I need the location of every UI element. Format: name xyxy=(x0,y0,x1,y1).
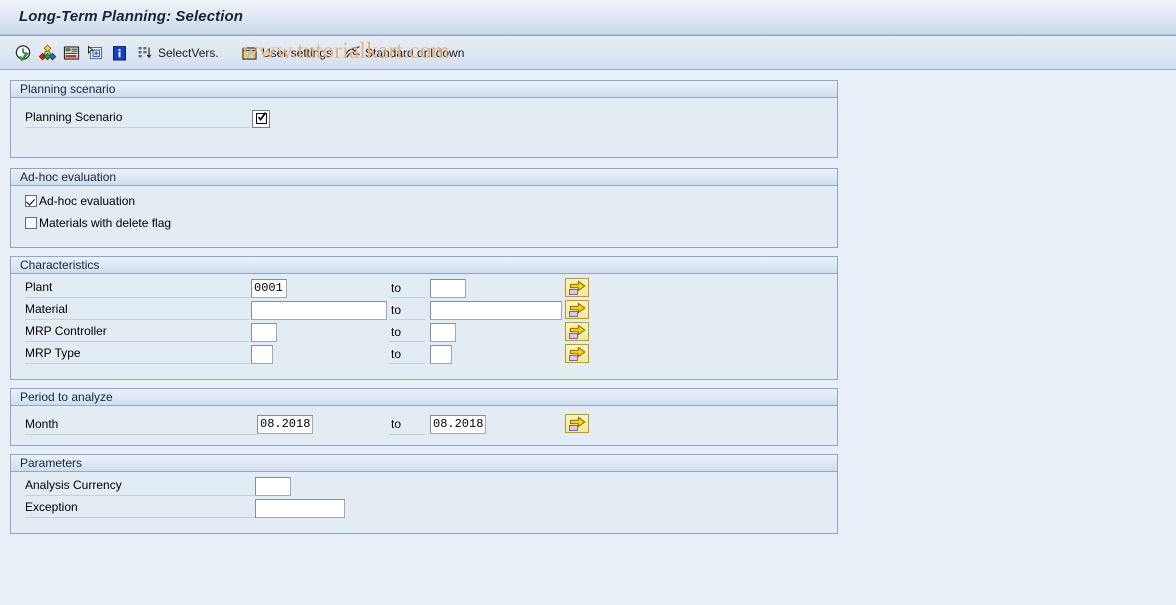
group-period-to-analyze: Period to analyze Month 08.2018 to 08.20… xyxy=(10,388,838,446)
planning-scenario-label: Planning Scenario xyxy=(25,110,123,124)
multicolor-diamond-icon xyxy=(38,43,57,63)
characteristics-row-rule-mrp-controller xyxy=(25,341,250,342)
characteristics-row-rule-material xyxy=(25,319,250,320)
checkbox-materials-with-delete-flag-box[interactable] xyxy=(25,217,37,229)
group-adhoc-evaluation-title: Ad-hoc evaluation xyxy=(11,169,837,186)
plant-from-input[interactable]: 0001 xyxy=(251,279,287,298)
checkbox-materials-with-delete-flag-label: Materials with delete flag xyxy=(39,216,172,230)
period-row-label-month: Month xyxy=(25,417,59,431)
planning-scenario-label-rule xyxy=(25,127,250,128)
group-planning-scenario-title: Planning scenario xyxy=(11,81,837,98)
execute-clock-icon xyxy=(14,44,33,63)
select-versions-icon xyxy=(136,44,155,63)
group-adhoc-evaluation-body: Ad-hoc evaluation Materials with delete … xyxy=(11,186,837,247)
checkbox-materials-with-delete-flag[interactable]: Materials with delete flag xyxy=(25,216,171,230)
report-list-icon xyxy=(62,44,81,63)
application-toolbar: SelectVers. User settings Standard drill… xyxy=(0,36,1176,70)
group-planning-scenario: Planning scenario Planning Scenario xyxy=(10,80,838,158)
parameters-row-label-analysis-currency: Analysis Currency xyxy=(25,478,122,492)
group-planning-scenario-body: Planning Scenario xyxy=(11,98,837,157)
value-help-tick-icon xyxy=(257,112,267,122)
exception-input[interactable] xyxy=(255,499,345,518)
group-period-to-analyze-title: Period to analyze xyxy=(11,389,837,406)
parameters-row-rule-analysis-currency xyxy=(25,495,255,496)
checkbox-adhoc-evaluation-box[interactable] xyxy=(25,195,37,207)
material-multiple-selection-button[interactable] xyxy=(565,300,589,319)
group-parameters-title: Parameters xyxy=(11,455,837,472)
characteristics-row-label-material: Material xyxy=(25,302,68,316)
group-adhoc-evaluation: Ad-hoc evaluation Ad-hoc evaluation Mate… xyxy=(10,168,838,248)
mrp-type-to-input[interactable] xyxy=(430,345,452,364)
characteristics-row-label-mrp-type: MRP Type xyxy=(25,346,81,360)
mrp-type-to-label: to xyxy=(391,347,402,361)
plant-multiple-selection-button[interactable] xyxy=(565,278,589,297)
mrp-type-to-rule xyxy=(389,363,425,364)
toolbar-select-versions-button[interactable]: SelectVers. xyxy=(136,42,219,64)
multi-select-box-icon xyxy=(569,425,578,431)
group-parameters-body: Analysis Currency Exception xyxy=(11,472,837,533)
multi-select-box-icon xyxy=(569,333,578,339)
characteristics-row-label-plant: Plant xyxy=(25,280,53,294)
toolbar-report-list-button[interactable] xyxy=(62,42,84,64)
information-icon xyxy=(110,44,129,63)
characteristics-row-rule-mrp-type xyxy=(25,363,250,364)
mrp-controller-multiple-selection-button[interactable] xyxy=(565,322,589,341)
checkbox-adhoc-evaluation-label: Ad-hoc evaluation xyxy=(39,194,136,208)
period-row-rule-month xyxy=(25,434,257,435)
toolbar-standard-drilldown-label: Standard drilldown xyxy=(365,46,465,60)
group-period-to-analyze-body: Month 08.2018 to 08.2018 xyxy=(11,406,837,445)
group-characteristics: Characteristics Plant 0001 to Material t… xyxy=(10,256,838,380)
parameters-row-label-exception: Exception xyxy=(25,500,78,514)
toolbar-user-settings-label: User settings xyxy=(262,46,333,60)
material-to-input[interactable] xyxy=(430,301,562,320)
material-from-input[interactable] xyxy=(251,301,387,320)
group-parameters: Parameters Analysis Currency Exception xyxy=(10,454,838,534)
checkbox-adhoc-evaluation[interactable]: Ad-hoc evaluation xyxy=(25,194,135,208)
mrp-controller-from-input[interactable] xyxy=(251,323,277,342)
mrp-type-from-input[interactable] xyxy=(251,345,273,364)
month-to-input[interactable]: 08.2018 xyxy=(430,415,486,434)
toolbar-information-button[interactable] xyxy=(110,42,132,64)
planning-scenario-value-help-button[interactable] xyxy=(252,110,270,128)
material-to-label: to xyxy=(391,303,402,317)
plant-to-input[interactable] xyxy=(430,279,466,298)
characteristics-row-rule-plant xyxy=(25,297,250,298)
month-to-label: to xyxy=(391,417,402,431)
month-from-input[interactable]: 08.2018 xyxy=(257,415,313,434)
toolbar-standard-drilldown-button[interactable]: Standard drilldown xyxy=(343,42,464,64)
toolbar-user-settings-button[interactable]: User settings xyxy=(240,42,332,64)
toolbar-planning-scenario-button[interactable] xyxy=(38,42,60,64)
group-characteristics-title: Characteristics xyxy=(11,257,837,274)
mrp-controller-to-rule xyxy=(389,341,425,342)
material-to-rule xyxy=(389,319,425,320)
window-title-bar: Long-Term Planning: Selection xyxy=(0,0,1176,36)
characteristics-row-label-mrp-controller: MRP Controller xyxy=(25,324,107,338)
multi-select-box-icon xyxy=(569,311,578,317)
standard-drilldown-icon xyxy=(343,44,362,63)
analysis-currency-input[interactable] xyxy=(255,477,291,496)
month-to-rule xyxy=(389,434,425,435)
page-title: Long-Term Planning: Selection xyxy=(19,8,244,25)
mrp-controller-to-input[interactable] xyxy=(430,323,456,342)
mrp-controller-to-label: to xyxy=(391,325,402,339)
toolbar-execute-button[interactable] xyxy=(14,42,36,64)
parameters-row-rule-exception xyxy=(25,517,255,518)
select-block-icon xyxy=(86,44,105,63)
user-settings-icon xyxy=(240,44,259,63)
toolbar-select-block-button[interactable] xyxy=(86,42,108,64)
plant-to-rule xyxy=(389,297,425,298)
multi-select-box-icon xyxy=(569,355,578,361)
group-characteristics-body: Plant 0001 to Material to MRP Controller xyxy=(11,274,837,379)
toolbar-select-versions-label: SelectVers. xyxy=(158,46,219,60)
multi-select-box-icon xyxy=(569,289,578,295)
plant-to-label: to xyxy=(391,281,402,295)
mrp-type-multiple-selection-button[interactable] xyxy=(565,344,589,363)
month-multiple-selection-button[interactable] xyxy=(565,414,589,433)
